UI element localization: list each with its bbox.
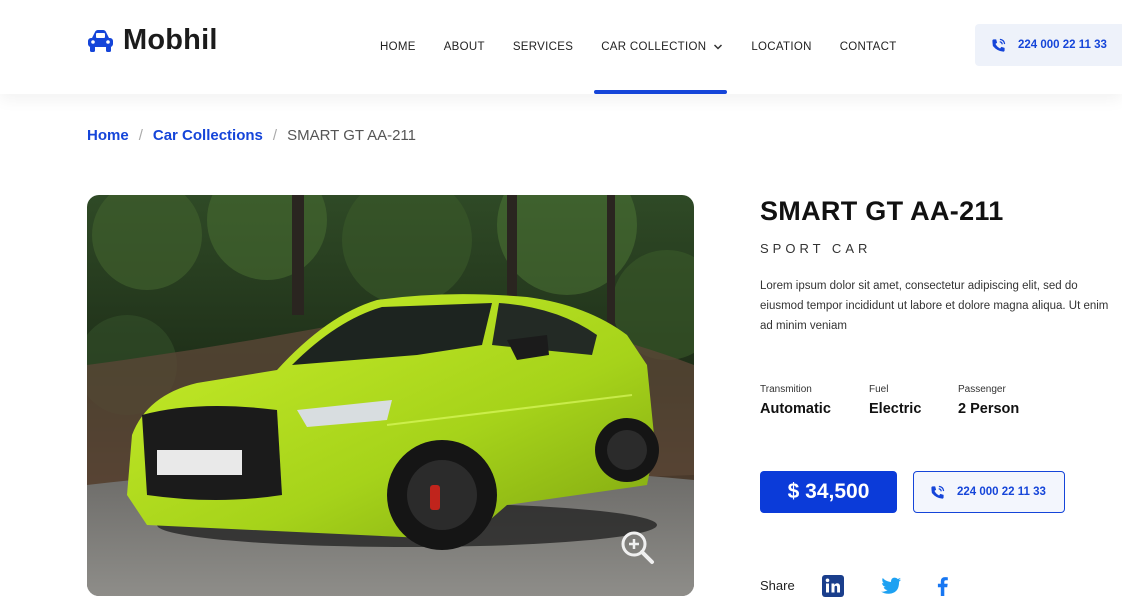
spec-value: 2 Person (958, 401, 1020, 417)
nav-home[interactable]: HOME (380, 0, 416, 94)
phone-icon (931, 485, 945, 499)
nav-services[interactable]: SERVICES (513, 0, 573, 94)
breadcrumb-car-collections[interactable]: Car Collections (153, 127, 263, 144)
nav-contact-label: CONTACT (839, 41, 897, 53)
nav-about[interactable]: ABOUT (444, 0, 485, 94)
header-phone-number: 224 000 22 11 33 (1018, 39, 1107, 51)
product-description: Lorem ipsum dolor sit amet, consectetur … (760, 280, 1109, 332)
nav-contact[interactable]: CONTACT (840, 0, 897, 94)
spec-label: Fuel (869, 384, 889, 395)
nav-car-collection-label: CAR COLLECTION (601, 41, 707, 53)
site-header: Mobhil HOME ABOUT SERVICES CAR COLLECTIO… (0, 0, 1122, 94)
phone-icon (992, 38, 1006, 52)
breadcrumb-home[interactable]: Home (87, 127, 129, 144)
spec-fuel: Fuel Electric (869, 384, 921, 417)
nav-location[interactable]: LOCATION (751, 0, 811, 94)
product-title: SMART GT AA-211 (760, 196, 1004, 226)
price-button[interactable]: $ 34,500 (760, 471, 897, 513)
spec-label: Passenger (958, 384, 1006, 395)
spec-transmission: Transmition Automatic (760, 384, 831, 417)
nav-services-label: SERVICES (512, 41, 574, 53)
product-category: SPORT CAR (760, 241, 872, 256)
linkedin-icon[interactable] (822, 575, 844, 597)
share-label: Share (760, 578, 795, 593)
zoom-in-icon[interactable] (619, 529, 655, 565)
nav-car-collection[interactable]: CAR COLLECTION (594, 0, 728, 94)
spec-value: Electric (869, 401, 922, 417)
call-button[interactable]: 224 000 22 11 33 (913, 471, 1065, 513)
breadcrumb: Home / Car Collections / SMART GT AA-211 (87, 127, 416, 144)
breadcrumb-separator: / (138, 127, 143, 144)
twitter-icon[interactable] (880, 575, 902, 597)
chevron-down-icon (714, 44, 723, 50)
nav-location-label: LOCATION (751, 41, 812, 53)
nav-about-label: ABOUT (443, 41, 485, 53)
spec-passenger: Passenger 2 Person (958, 384, 1019, 417)
call-button-number: 224 000 22 11 33 (957, 486, 1046, 498)
facebook-icon[interactable] (932, 575, 954, 597)
breadcrumb-separator: / (272, 127, 278, 144)
car-photo (87, 195, 694, 596)
header-phone-button[interactable]: 224 000 22 11 33 (975, 24, 1122, 66)
car-icon (88, 29, 113, 52)
nav-home-label: HOME (380, 41, 416, 53)
main-nav: HOME ABOUT SERVICES CAR COLLECTION LOCAT… (380, 0, 925, 94)
brand-name: Mobhil (123, 24, 218, 56)
product-image[interactable] (87, 195, 694, 596)
logo[interactable]: Mobhil (87, 24, 218, 57)
spec-label: Transmition (760, 384, 812, 395)
breadcrumb-current: SMART GT AA-211 (287, 127, 417, 144)
spec-value: Automatic (760, 401, 831, 417)
